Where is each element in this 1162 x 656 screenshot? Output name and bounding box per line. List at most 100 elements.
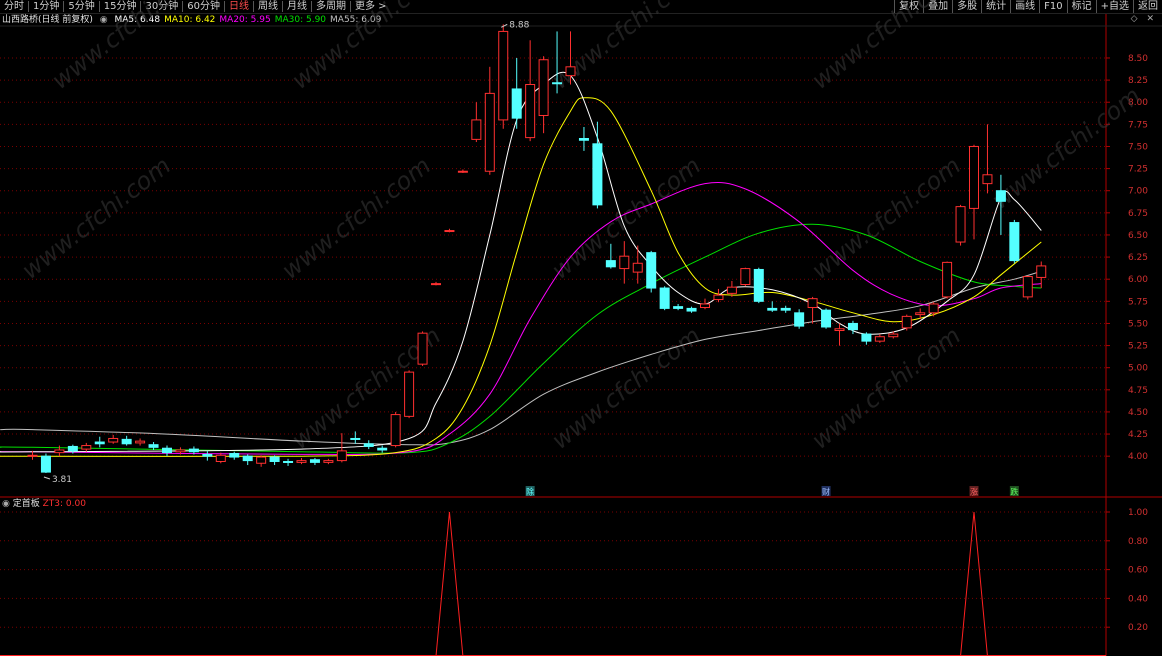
candle-up [296, 457, 307, 465]
candle-down [753, 267, 764, 304]
candle-down [821, 308, 832, 329]
y-tick-label: 5.75 [1128, 297, 1148, 307]
watermark: www.cfchi.com [806, 151, 966, 284]
watermark: www.cfchi.com [276, 151, 436, 284]
candle-body [363, 443, 374, 447]
candle-body [202, 453, 213, 457]
candle-down [269, 455, 280, 466]
candle-down [283, 458, 294, 466]
candle-down [94, 436, 105, 448]
candle-body [323, 460, 334, 463]
candle-body [471, 119, 482, 140]
candle-body [578, 137, 589, 141]
candle-body [847, 322, 858, 331]
candle-body [713, 294, 724, 301]
candle-down [659, 286, 670, 311]
candle-body [982, 174, 993, 185]
candle-body [417, 332, 428, 365]
kline-chart[interactable]: 4.00 4.25 4.50 4.75 5.00 5.25 5.50 5.75 6.00 6.25… [0, 0, 1162, 656]
candle-body [592, 143, 603, 206]
candle-body [928, 303, 939, 314]
candle-body [794, 312, 805, 327]
candle-down [646, 250, 657, 293]
y-tick-label: 4.50 [1128, 408, 1148, 418]
candle-up [740, 267, 751, 287]
candle-up [942, 261, 953, 299]
candle-body [444, 230, 455, 233]
candle-up [431, 281, 441, 286]
candle-down [363, 440, 374, 450]
candle-body [431, 283, 441, 286]
candle-body [81, 445, 92, 450]
candle-body [175, 449, 186, 453]
candle-up [256, 455, 267, 467]
candle-up [1022, 275, 1033, 300]
candle-body [1022, 276, 1033, 298]
candle-up [982, 124, 993, 194]
candle-down [229, 451, 240, 460]
candle-down [202, 450, 213, 461]
candle-body [283, 460, 294, 463]
candle-body [162, 447, 172, 454]
candle-body [874, 336, 885, 342]
ma30-line [0, 223, 1042, 454]
candle-body [686, 307, 697, 312]
indicator-tick-label: 0.20 [1128, 623, 1148, 633]
candle-body [861, 333, 872, 342]
candle-body [1009, 222, 1020, 262]
y-tick-label: 5.00 [1128, 364, 1148, 374]
candle-body [229, 453, 240, 458]
candle-down [121, 435, 132, 446]
candle-body [27, 454, 38, 457]
candle-down [377, 445, 388, 453]
candle-body [552, 82, 563, 85]
watermark: www.cfchi.com [806, 321, 966, 454]
candle-up [54, 445, 65, 457]
candle-up [632, 245, 643, 284]
candle-up [834, 323, 845, 346]
candle-body [538, 59, 549, 116]
candle-down [350, 431, 361, 444]
event-marker-1: 财 [822, 487, 830, 497]
candle-body [390, 414, 401, 447]
candle-body [834, 328, 845, 332]
candle-body [54, 449, 65, 454]
candle-body [888, 333, 899, 338]
y-tick-label: 7.75 [1128, 120, 1148, 130]
candle-down [686, 306, 697, 313]
candle-body [955, 206, 966, 243]
event-marker-2: 涨 [970, 487, 978, 497]
candle-up [81, 442, 92, 452]
candle-up [457, 169, 468, 174]
candle-body [646, 252, 657, 289]
event-marker-3: 跌 [1010, 487, 1018, 497]
candle-body [242, 455, 253, 462]
y-tick-label: 4.75 [1128, 386, 1148, 396]
candle-body [767, 307, 778, 311]
watermark: www.cfchi.com [46, 0, 206, 95]
candle-up [525, 40, 536, 142]
watermark: www.cfchi.com [286, 0, 446, 95]
candle-up [417, 331, 428, 366]
candle-body [619, 255, 630, 270]
candle-up [471, 102, 482, 143]
indicator-tick-label: 0.60 [1128, 566, 1148, 576]
zt3-spike [435, 511, 464, 656]
candle-body [350, 437, 361, 440]
ma55-line [0, 270, 1042, 446]
candle-down [861, 332, 872, 345]
candle-down [309, 457, 320, 466]
candle-up [713, 288, 724, 303]
event-marker-0: 除 [526, 487, 534, 497]
candle-body [40, 455, 51, 473]
candle-down [673, 303, 684, 311]
candle-body [995, 190, 1006, 202]
low-annotation: 3.81 [52, 475, 72, 485]
candle-body [511, 88, 522, 119]
y-tick-label: 7.00 [1128, 187, 1148, 197]
candle-body [135, 440, 146, 444]
candle-up [619, 241, 630, 284]
candle-down [242, 454, 253, 466]
y-tick-label: 6.75 [1128, 209, 1148, 219]
candle-up [955, 204, 966, 246]
